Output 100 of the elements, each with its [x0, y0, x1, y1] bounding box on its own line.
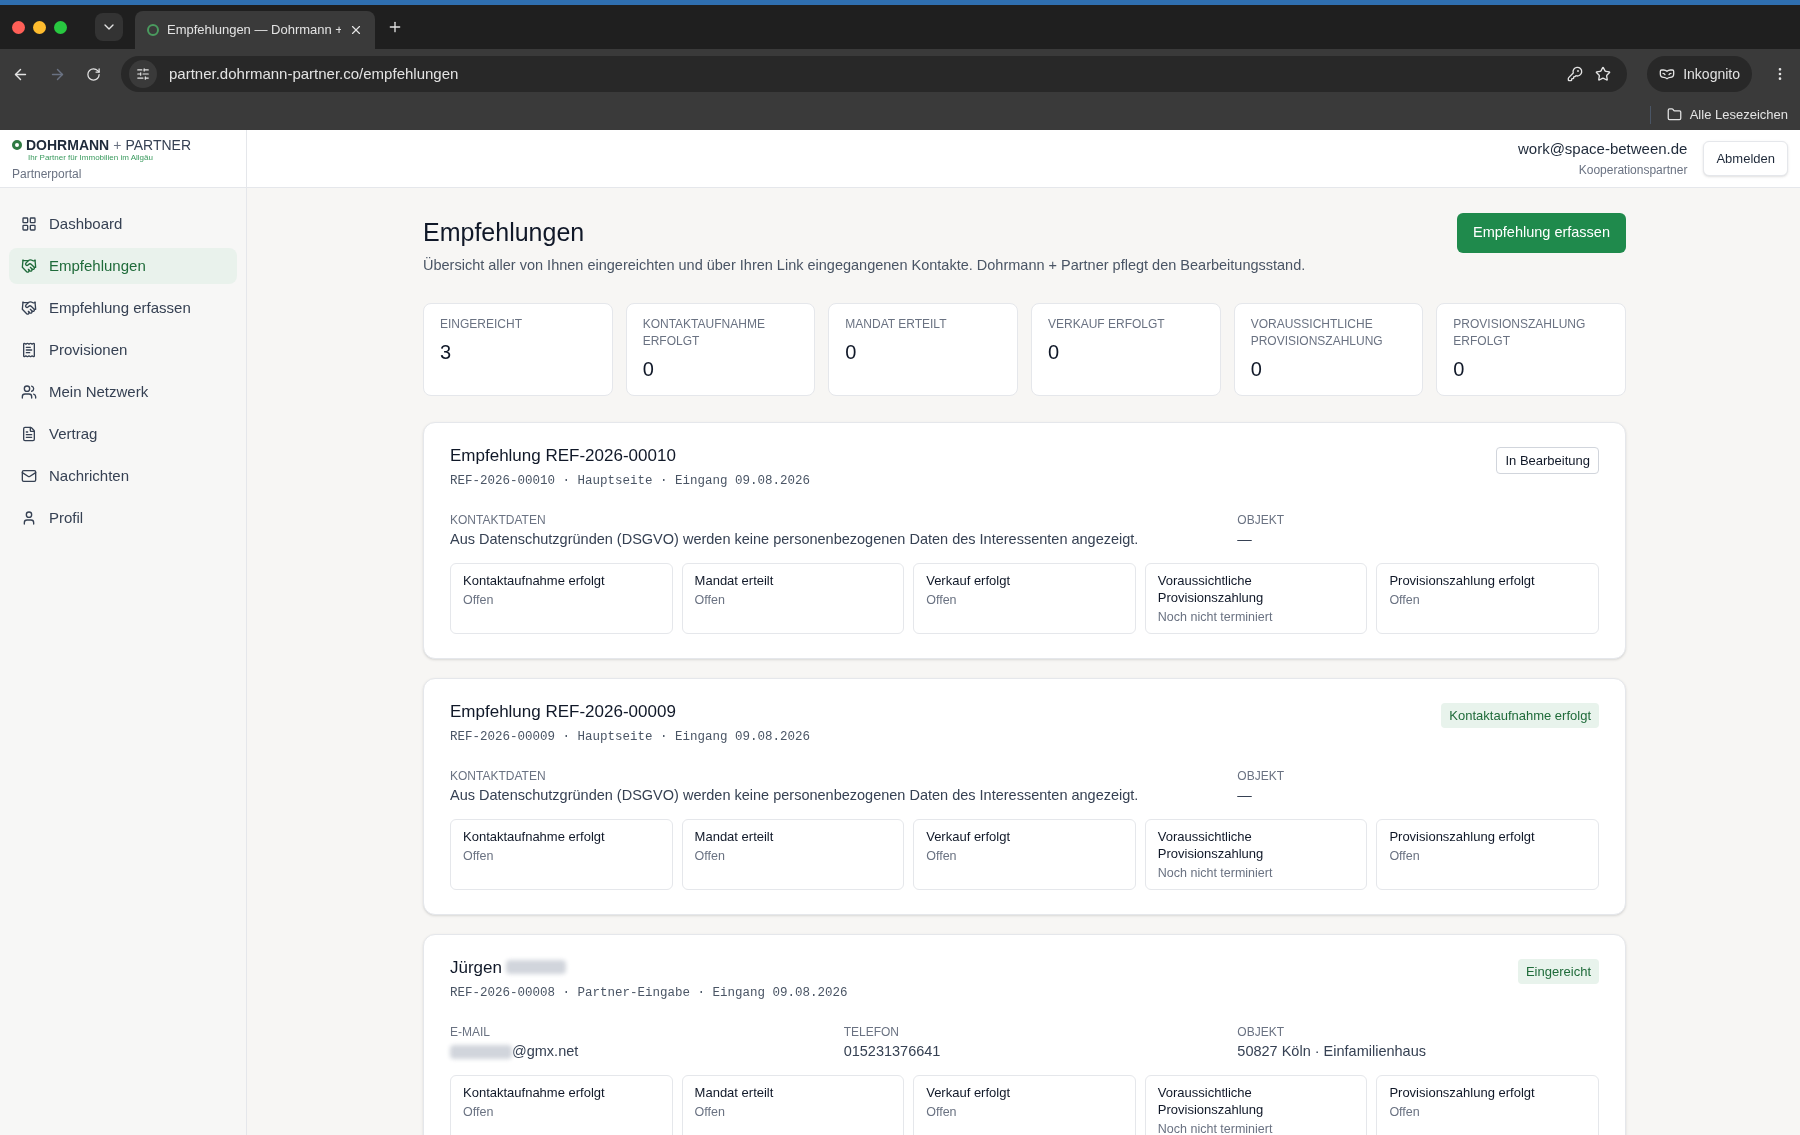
user-icon [21, 510, 37, 526]
bookmark-star-icon[interactable] [1595, 66, 1612, 82]
incognito-button[interactable]: Inkognito [1647, 56, 1752, 92]
sidebar-item[interactable]: Mein Netzwerk [9, 374, 237, 410]
add-referral-button[interactable]: Empfehlung erfassen [1456, 213, 1626, 253]
field-label: OBJEKT [1237, 1023, 1285, 1041]
step-status: Offen [694, 1103, 726, 1121]
mail-icon [21, 468, 37, 484]
handshake-icon [21, 258, 37, 274]
user-email: work@space-between.de [1517, 139, 1688, 160]
step-label: Mandat erteilt [694, 571, 775, 589]
field-label: OBJEKT [1237, 767, 1285, 785]
key-icon[interactable] [1567, 66, 1584, 82]
receipt-icon [21, 342, 37, 358]
stat-label: EINGEREICHT [440, 315, 523, 333]
stat-value: 3 [440, 339, 453, 365]
close-tab-icon[interactable] [349, 23, 363, 37]
referral-title: Empfehlung REF-2026-00009 [450, 700, 676, 723]
portal-label: Partnerportal [12, 166, 83, 183]
close-window-button[interactable] [12, 20, 25, 34]
site-icon [147, 24, 159, 36]
step-label: Kontaktaufnahme erfolgt [463, 1083, 606, 1101]
document-icon [21, 426, 37, 442]
stat-label: PROVISIONSZAHLUNG ERFOLGT [1453, 315, 1587, 350]
stat-value: 0 [642, 356, 655, 382]
sidebar-item[interactable]: Profil [9, 500, 237, 536]
field-label: KONTAKTDATEN [450, 767, 547, 785]
stat-label: VERKAUF ERFOLGT [1048, 315, 1166, 333]
reload-icon[interactable] [86, 66, 101, 82]
address-bar[interactable]: partner.dohrmann-partner.co/empfehlungen [121, 56, 1628, 92]
sidebar-item[interactable]: Empfehlung erfassen [9, 290, 237, 326]
referral-title: Jürgen [450, 956, 502, 979]
stat-value: 0 [845, 339, 858, 365]
step-label: Kontaktaufnahme erfolgt [463, 827, 606, 845]
step-status: Offen [1389, 847, 1421, 865]
stat-value: 0 [1048, 339, 1061, 365]
sidebar-item[interactable]: Empfehlungen [9, 248, 237, 284]
referral-meta: REF-2026-00010 · Hauptseite · Eingang 09.08.2026 [450, 473, 811, 490]
folder-icon [1666, 107, 1682, 122]
step-label: Verkauf erfolgt [926, 571, 1011, 589]
user-role: Kooperationspartner [1578, 161, 1688, 179]
sidebar-item[interactable]: Nachrichten [9, 458, 237, 494]
step-label: Provisionszahlung erfolgt [1389, 571, 1536, 589]
users-icon [21, 384, 37, 400]
step-status: Offen [694, 591, 726, 609]
step-status: Noch nicht terminiert [1157, 608, 1274, 626]
sidebar-item[interactable]: Dashboard [9, 206, 237, 242]
referral-meta: REF-2026-00009 · Hauptseite · Eingang 09.08.2026 [450, 729, 811, 746]
step-label: Verkauf erfolgt [926, 827, 1011, 845]
new-tab-icon[interactable] [387, 19, 403, 35]
field-value: 015231376641 [843, 1041, 941, 1061]
step-label: Mandat erteilt [694, 1083, 775, 1101]
step-label: Kontaktaufnahme erfolgt [463, 571, 606, 589]
logout-button[interactable]: Abmelden [1703, 140, 1788, 177]
field-label: E-MAIL [450, 1023, 491, 1041]
step-label: Mandat erteilt [694, 827, 775, 845]
handshake-icon [21, 300, 37, 316]
step-label: Provisionszahlung erfolgt [1389, 827, 1536, 845]
field-label: KONTAKTDATEN [450, 511, 547, 529]
site-settings-icon[interactable] [129, 60, 157, 88]
sidebar-item[interactable]: Provisionen [9, 332, 237, 368]
field-value: 50827 Köln · Einfamilienhaus [1237, 1041, 1426, 1061]
step-status: Offen [1389, 1103, 1421, 1121]
field-value: Aus Datenschutzgründen (DSGVO) werden keine personenbezogenen Daten des Interessenten angezeigt. [450, 529, 1139, 549]
stat-label: KONTAKTAUFNAHME ERFOLGT [642, 315, 766, 350]
incognito-icon [1659, 66, 1676, 82]
field-value: — [1237, 529, 1252, 549]
tab-list-button[interactable] [95, 13, 123, 41]
status-badge: In Bearbeitung [1496, 446, 1599, 474]
stat-label: MANDAT ERTEILT [845, 315, 948, 333]
grid-icon [21, 216, 37, 232]
step-status: Offen [694, 847, 726, 865]
step-status: Offen [1389, 591, 1421, 609]
step-status: Offen [463, 1103, 495, 1121]
stat-value: 0 [1250, 356, 1263, 382]
field-label: TELEFON [843, 1023, 900, 1041]
stat-label: VORAUSSICHTLICHE PROVISIONSZAHLUNG [1250, 315, 1384, 350]
field-value: Aus Datenschutzgründen (DSGVO) werden keine personenbezogenen Daten des Interessenten angezeigt. [450, 785, 1139, 805]
referral-meta: REF-2026-00008 · Partner-Eingabe · Eingang 09.08.2026 [450, 985, 848, 1002]
step-status: Offen [926, 591, 958, 609]
step-label: Verkauf erfolgt [926, 1083, 1011, 1101]
step-status: Noch nicht terminiert [1157, 1120, 1274, 1135]
page-subtitle: Übersicht aller von Ihnen eingereichten und über Ihren Link eingegangenen Kontakte. Dohrmann + Partner pflegt den Bearbeitungsstand. [423, 255, 1307, 275]
referral-title: Empfehlung REF-2026-00010 [450, 444, 676, 467]
stat-value: 0 [1453, 356, 1466, 382]
field-value: — [1237, 785, 1252, 805]
bookmarks-button[interactable]: Alle Lesezeichen [1666, 104, 1788, 125]
step-status: Offen [926, 1103, 958, 1121]
brand-tagline: Ihr Partner für Immobilien im Allgäu [27, 152, 154, 164]
step-label: Voraussichtliche Provisionszahlung [1157, 571, 1265, 606]
step-status: Offen [463, 591, 495, 609]
step-label: Voraussichtliche Provisionszahlung [1157, 827, 1265, 862]
step-label: Provisionszahlung erfolgt [1389, 1083, 1536, 1101]
blurred-text [450, 1044, 512, 1059]
maximize-window-button[interactable] [54, 20, 67, 34]
sidebar-item[interactable]: Vertrag [9, 416, 237, 452]
minimize-window-button[interactable] [33, 20, 46, 34]
blurred-text [506, 960, 566, 975]
field-value: @gmx.net [512, 1041, 579, 1061]
step-status: Offen [463, 847, 495, 865]
